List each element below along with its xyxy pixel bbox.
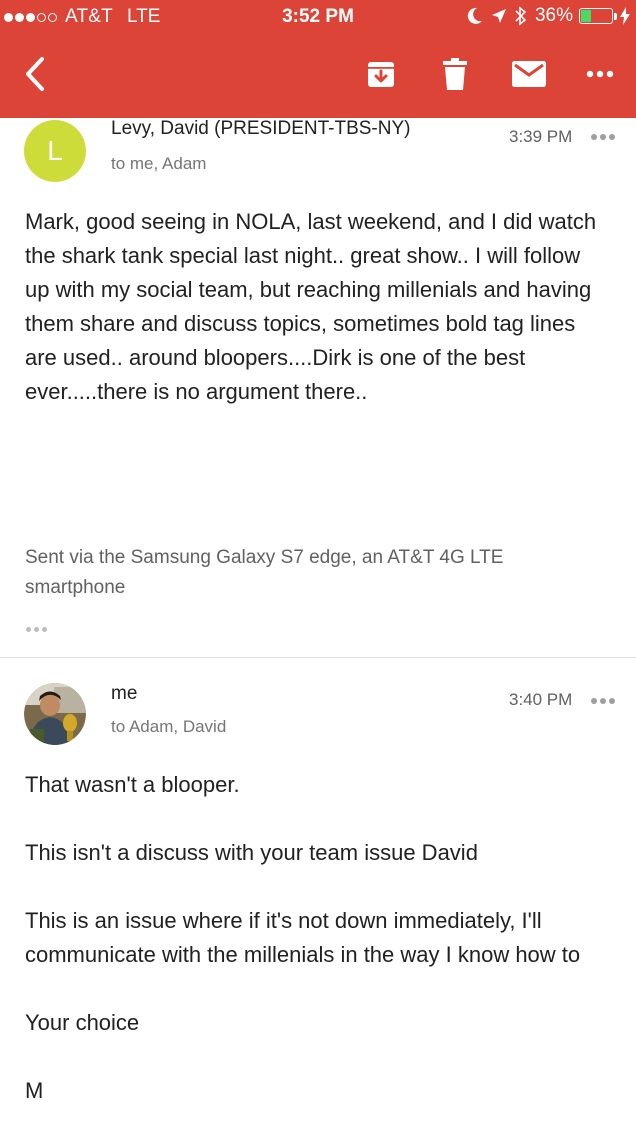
message-more-icon[interactable] (591, 698, 618, 704)
archive-icon (368, 62, 394, 87)
back-arrow-icon (26, 57, 44, 91)
back-button[interactable] (16, 54, 54, 94)
body-paragraph: M (25, 1078, 44, 1103)
app-bar: AT&T LTE 3:52 PM 36% (0, 0, 636, 118)
charging-icon (620, 7, 630, 25)
message-divider (0, 657, 636, 658)
body-paragraph: That wasn't a blooper. (25, 772, 240, 797)
signature: Sent via the Samsung Galaxy S7 edge, an … (25, 547, 504, 598)
message-time: 3:39 PM (509, 127, 573, 146)
mark-unread-button[interactable] (510, 56, 548, 92)
message-body: That wasn't a blooper. This isn't a disc… (25, 768, 605, 1108)
delete-button[interactable] (438, 54, 472, 94)
more-options-button[interactable] (582, 60, 618, 88)
avatar-letter: L (47, 135, 63, 166)
body-paragraph: Your choice (25, 1010, 140, 1035)
more-icon (586, 70, 614, 78)
battery-tip (614, 12, 617, 20)
sender-name[interactable]: me (111, 683, 137, 705)
recipients[interactable]: to me, Adam (111, 154, 206, 174)
avatar[interactable] (24, 683, 86, 745)
bluetooth-icon (515, 6, 527, 26)
battery-percent: 36% (534, 5, 573, 26)
status-bar: AT&T LTE 3:52 PM 36% (0, 0, 636, 34)
mail-icon (512, 61, 546, 87)
sender-name[interactable]: Levy, David (PRESIDENT-TBS-NY) (111, 118, 410, 140)
battery-icon (579, 8, 613, 24)
avatar-photo (24, 683, 86, 745)
avatar[interactable]: L (24, 120, 86, 182)
body-paragraph: This is an issue where if it's not down … (25, 908, 581, 967)
message-more-icon[interactable] (591, 134, 618, 140)
message-time: 3:40 PM (509, 690, 573, 709)
recipients[interactable]: to Adam, David (111, 717, 226, 737)
show-trimmed-content-icon[interactable] (26, 627, 50, 632)
location-arrow-icon (491, 8, 507, 24)
body-paragraph: This isn't a discuss with your team issu… (25, 840, 478, 865)
message-body: Mark, good seeing in NOLA, last weekend,… (25, 209, 597, 404)
trash-icon (443, 58, 467, 90)
moon-icon (467, 7, 483, 25)
archive-button[interactable] (363, 54, 399, 94)
